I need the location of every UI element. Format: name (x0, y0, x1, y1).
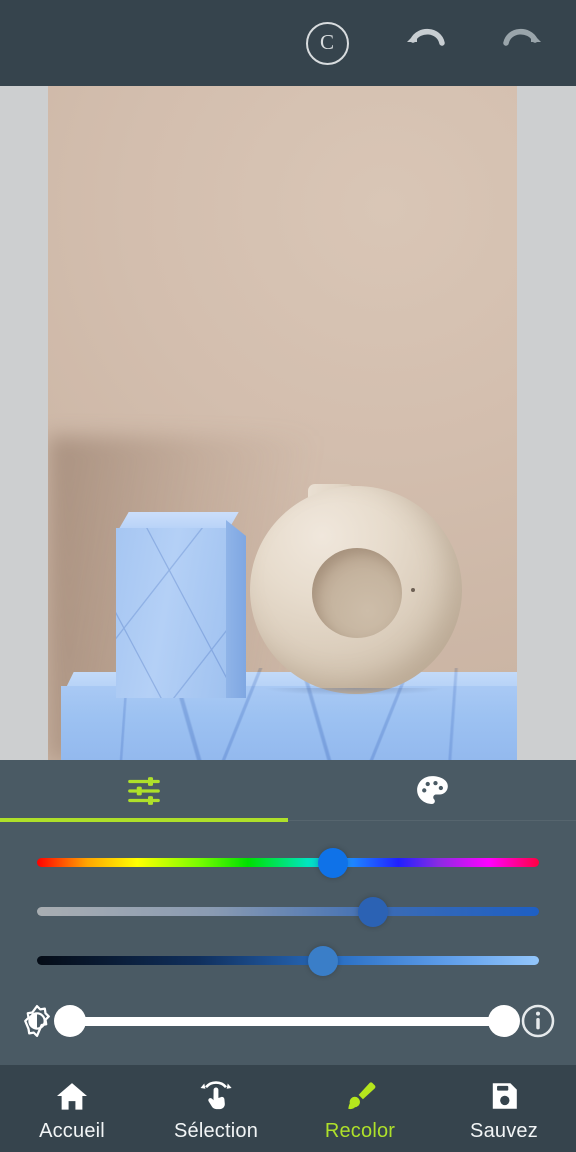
image-canvas[interactable] (0, 86, 576, 760)
nav-label-sauvez: Sauvez (470, 1119, 538, 1142)
copyright-button[interactable]: C (300, 16, 354, 70)
edit-panel (0, 760, 576, 1065)
save-disk-icon (488, 1079, 520, 1113)
app-root: C Accueil Sélection Recolor Sauvez (0, 0, 576, 1152)
brightness-track[interactable] (37, 956, 539, 965)
donut-vase (250, 486, 462, 694)
nav-item-sauvez[interactable]: Sauvez (432, 1065, 576, 1152)
opacity-high-thumb[interactable] (488, 1004, 520, 1037)
panel-tabs (0, 760, 576, 822)
saturation-track[interactable] (37, 907, 539, 916)
vase-hole (312, 548, 402, 638)
hue-slider[interactable] (37, 838, 539, 887)
tab-palette[interactable] (288, 760, 576, 822)
nav-label-accueil: Accueil (39, 1119, 105, 1142)
nav-item-selection[interactable]: Sélection (144, 1065, 288, 1152)
nav-label-recolor: Recolor (324, 1119, 396, 1142)
undo-button[interactable] (398, 16, 452, 70)
bottom-nav: Accueil Sélection Recolor Sauvez (0, 1065, 576, 1152)
marble-block-veins (116, 528, 226, 698)
vase-speck (411, 588, 415, 592)
redo-button[interactable] (496, 16, 550, 70)
tab-adjustments[interactable] (0, 760, 288, 822)
sliders-icon (128, 777, 160, 805)
paintbrush-icon (343, 1079, 377, 1113)
vase-contact-shadow (254, 688, 454, 698)
opacity-range-slider[interactable] (54, 1004, 520, 1037)
copyright-label: C (319, 29, 334, 54)
palette-icon (417, 776, 448, 804)
brightness-thumb[interactable] (308, 946, 339, 976)
hue-thumb[interactable] (318, 848, 349, 878)
nav-item-recolor[interactable]: Recolor (288, 1065, 432, 1152)
undo-icon (407, 29, 445, 46)
saturation-slider[interactable] (37, 887, 539, 936)
tap-hand-icon (198, 1079, 234, 1113)
info-icon[interactable] (520, 1003, 556, 1039)
home-icon (55, 1079, 89, 1113)
copyright-badge: C (305, 21, 349, 65)
saturation-thumb[interactable] (358, 897, 389, 927)
nav-item-accueil[interactable]: Accueil (0, 1065, 144, 1152)
nav-label-selection: Sélection (173, 1119, 259, 1142)
redo-icon (503, 29, 541, 46)
opacity-row (0, 985, 576, 1047)
edited-photo[interactable] (48, 86, 517, 760)
brightness-slider[interactable] (37, 936, 539, 985)
brightness-contrast-icon[interactable] (20, 1004, 54, 1038)
slider-group (0, 822, 576, 985)
top-toolbar: C (0, 0, 576, 86)
hue-track[interactable] (37, 858, 539, 867)
opacity-low-thumb[interactable] (54, 1004, 86, 1037)
marble-block-side (226, 520, 246, 698)
tab-active-indicator (0, 818, 288, 822)
